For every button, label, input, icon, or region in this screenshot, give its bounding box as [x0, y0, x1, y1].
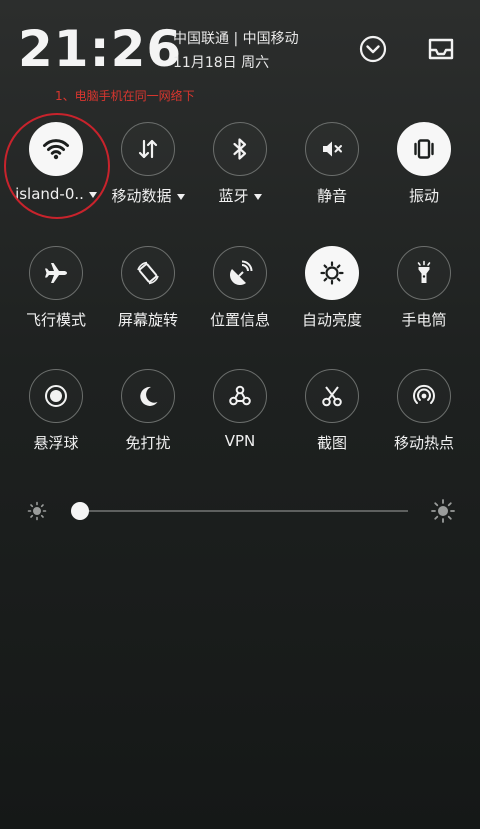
tile-bluetooth[interactable]: 蓝牙 [194, 122, 286, 212]
location-icon [213, 246, 267, 300]
tile-hotspot-label: 移动热点 [393, 434, 454, 452]
tile-location[interactable]: 位置信息 [194, 246, 286, 336]
tile-flashlight[interactable]: 手电筒 [378, 246, 470, 336]
tile-screen-rotation[interactable]: 屏幕旋转 [102, 246, 194, 336]
moon-icon [121, 369, 175, 423]
scissors-icon [305, 369, 359, 423]
tile-hotspot[interactable]: 移动热点 [378, 369, 470, 459]
tile-mobile-data[interactable]: 移动数据 [102, 122, 194, 212]
tile-vibrate[interactable]: 振动 [378, 122, 470, 212]
tile-wifi[interactable]: island-0.. [10, 122, 102, 212]
tile-mute[interactable]: 静音 [286, 122, 378, 212]
auto-brightness-icon [305, 246, 359, 300]
brightness-low-icon [26, 500, 48, 522]
tile-do-not-disturb[interactable]: 免打扰 [102, 369, 194, 459]
brightness-slider[interactable] [0, 490, 480, 530]
tile-flashlight-label: 手电筒 [401, 311, 447, 329]
vpn-icon [213, 369, 267, 423]
vibrate-icon [397, 122, 451, 176]
mute-icon [305, 122, 359, 176]
brightness-thumb[interactable] [71, 502, 89, 520]
brightness-high-icon [430, 498, 456, 524]
tile-vpn[interactable]: VPN [194, 369, 286, 459]
tile-floating-ball[interactable]: 悬浮球 [10, 369, 102, 459]
tile-screenshot[interactable]: 截图 [286, 369, 378, 459]
airplane-icon [29, 246, 83, 300]
tile-auto-brightness[interactable]: 自动亮度 [286, 246, 378, 336]
floating-ball-icon [29, 369, 83, 423]
tile-airplane-mode[interactable]: 飞行模式 [10, 246, 102, 336]
tile-vibrate-label: 振动 [408, 187, 439, 205]
chevron-down-circle-icon[interactable] [356, 32, 390, 66]
status-header: 21:26 中国联通 | 中国移动 11月18日 周六 [0, 0, 480, 90]
caret-icon [253, 193, 262, 200]
hotspot-icon [397, 369, 451, 423]
mobile-data-icon [121, 122, 175, 176]
wifi-icon [29, 122, 83, 176]
annotation-note: 1、电脑手机在同一网络下 [55, 89, 195, 103]
date: 11月18日 周六 [173, 55, 270, 71]
brightness-track[interactable] [80, 510, 408, 512]
flashlight-icon [397, 246, 451, 300]
clock: 21:26 [18, 20, 183, 78]
bluetooth-icon [213, 122, 267, 176]
carrier-names: 中国联通 | 中国移动 [173, 31, 299, 47]
tray-icon[interactable] [424, 32, 458, 66]
rotate-icon [121, 246, 175, 300]
